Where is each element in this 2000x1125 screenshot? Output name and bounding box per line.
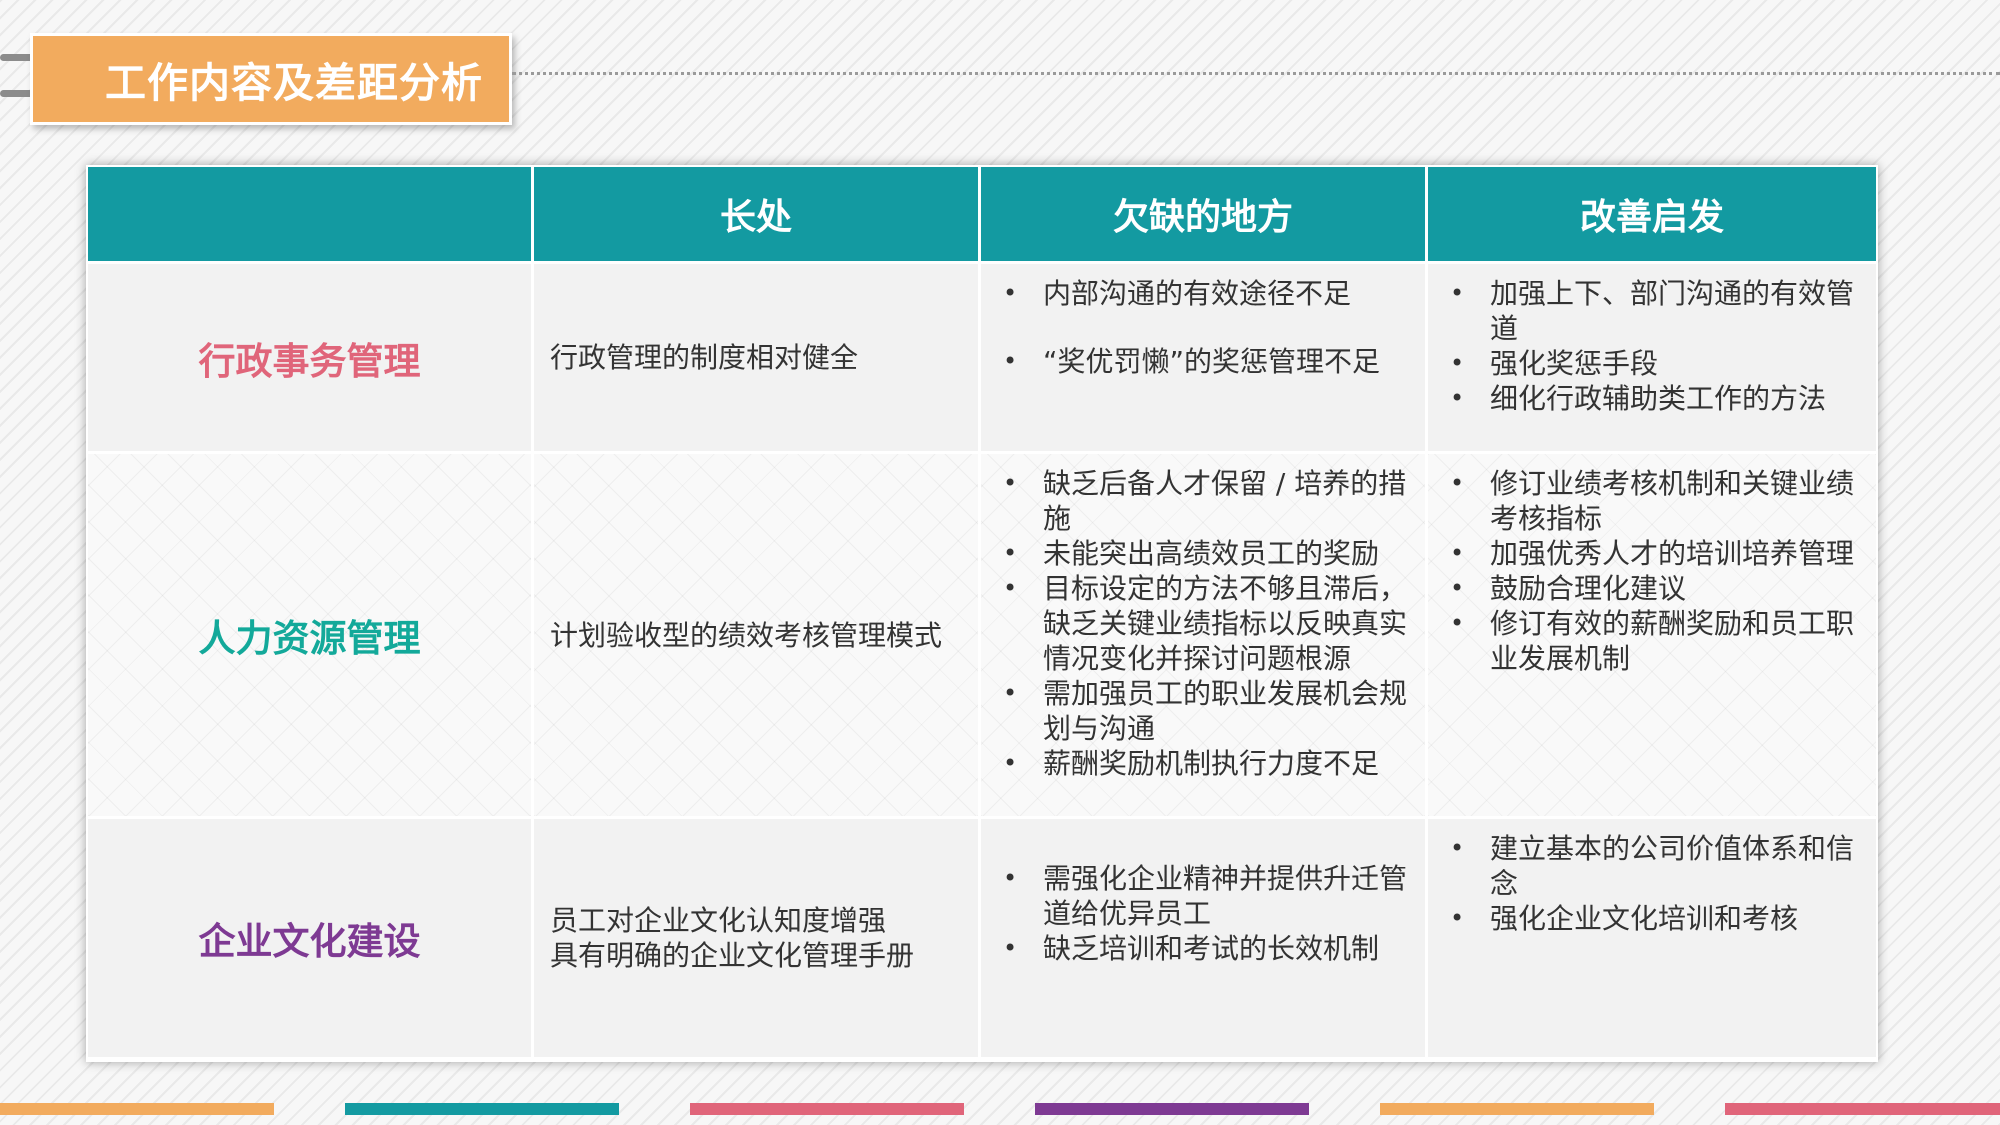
strength-hr: 计划验收型的绩效考核管理模式 (534, 454, 981, 819)
gap-analysis-table: 长处 欠缺的地方 改善启发 行政事务管理 行政管理的制度相对健全 内部沟通的有效… (86, 165, 1878, 1062)
list-item: “奖优罚懒”的奖惩管理不足 (995, 344, 1407, 379)
footer-bar (1380, 1103, 1654, 1115)
list-item: 修订有效的薪酬奖励和员工职业发展机制 (1442, 606, 1858, 676)
page-title: 工作内容及差距分析 (105, 59, 483, 107)
category-hr: 人力资源管理 (88, 454, 534, 819)
list-item: 鼓励合理化建议 (1442, 571, 1858, 606)
improvements-hr: 修订业绩考核机制和关键业绩考核指标 加强优秀人才的培训培养管理 鼓励合理化建议 … (1428, 454, 1876, 819)
footer-bar (690, 1103, 964, 1115)
improvements-culture: 建立基本的公司价值体系和信念 强化企业文化培训和考核 (1428, 819, 1876, 1060)
footer-bar (0, 1103, 274, 1115)
list-item: 加强优秀人才的培训培养管理 (1442, 536, 1858, 571)
title-tab: 工作内容及差距分析 (30, 33, 512, 125)
list-item: 未能突出高绩效员工的奖励 (995, 536, 1407, 571)
footer-bar (1725, 1103, 2000, 1115)
list-item: 目标设定的方法不够且滞后，缺乏关键业绩指标以反映真实情况变化并探讨问题根源 (995, 571, 1407, 676)
category-culture: 企业文化建设 (88, 819, 534, 1060)
list-item: 建立基本的公司价值体系和信念 (1442, 831, 1858, 901)
gaps-admin: 内部沟通的有效途径不足 “奖优罚懒”的奖惩管理不足 (981, 264, 1428, 454)
category-admin: 行政事务管理 (88, 264, 534, 454)
strength-text: 具有明确的企业文化管理手册 (550, 939, 915, 972)
improvements-admin: 加强上下、部门沟通的有效管道 强化奖惩手段 细化行政辅助类工作的方法 (1428, 264, 1876, 454)
list-item: 缺乏后备人才保留 / 培养的措施 (995, 466, 1407, 536)
footer-bar (345, 1103, 619, 1115)
title-divider (512, 72, 2000, 75)
list-item: 薪酬奖励机制执行力度不足 (995, 746, 1407, 781)
gaps-hr: 缺乏后备人才保留 / 培养的措施 未能突出高绩效员工的奖励 目标设定的方法不够且… (981, 454, 1428, 819)
strength-text: 计划验收型的绩效考核管理模式 (550, 618, 943, 652)
strength-text: 行政管理的制度相对健全 (550, 341, 859, 374)
list-item: 需加强员工的职业发展机会规划与沟通 (995, 676, 1407, 746)
strength-text: 员工对企业文化认知度增强 (550, 904, 887, 937)
footer-bar (1035, 1103, 1309, 1115)
header-gaps: 欠缺的地方 (981, 167, 1428, 264)
list-item: 加强上下、部门沟通的有效管道 (1442, 276, 1858, 346)
header-improvements: 改善启发 (1428, 167, 1876, 264)
strength-culture: 员工对企业文化认知度增强 具有明确的企业文化管理手册 (534, 819, 981, 1060)
list-item: 修订业绩考核机制和关键业绩考核指标 (1442, 466, 1858, 536)
list-item: 细化行政辅助类工作的方法 (1442, 381, 1858, 416)
list-item: 需强化企业精神并提供升迁管道给优异员工 (995, 861, 1407, 931)
gaps-culture: 需强化企业精神并提供升迁管道给优异员工 缺乏培训和考试的长效机制 (981, 819, 1428, 1060)
list-item: 内部沟通的有效途径不足 (995, 276, 1407, 311)
list-item: 缺乏培训和考试的长效机制 (995, 931, 1407, 966)
header-empty (88, 167, 534, 264)
list-item: 强化奖惩手段 (1442, 346, 1858, 381)
strength-admin: 行政管理的制度相对健全 (534, 264, 981, 454)
list-item: 强化企业文化培训和考核 (1442, 901, 1858, 936)
header-strength: 长处 (534, 167, 981, 264)
